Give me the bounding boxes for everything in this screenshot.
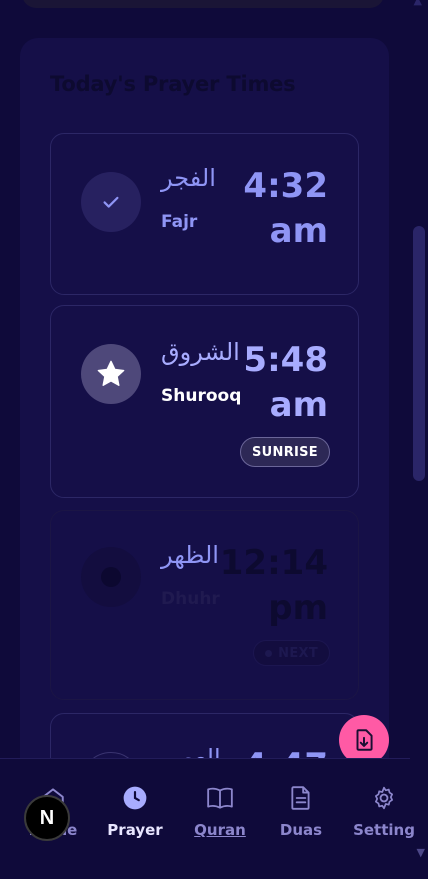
scrollbar-thumb[interactable] — [413, 226, 425, 481]
nav-prayer[interactable]: Prayer — [95, 785, 175, 839]
prayer-time: 12:14 pm — [218, 541, 328, 631]
prayer-time-value: 12:14 — [219, 543, 328, 583]
dot-icon — [81, 547, 141, 607]
scrollbar[interactable]: ▲ ▼ — [410, 0, 428, 879]
next-badge-label: NEXT — [278, 645, 318, 661]
next-dot-icon — [265, 649, 273, 657]
nav-setting[interactable]: Setting — [344, 785, 424, 839]
prayer-time-value: 5:48 — [243, 340, 328, 380]
panel-title: Today's Prayer Times — [50, 72, 296, 96]
next-badge: NEXT — [253, 640, 330, 666]
prayer-card-shurooq[interactable]: الشروق Shurooq 5:48 am SUNRISE — [50, 305, 359, 498]
prayer-times-panel: Today's Prayer Times الفجر Fajr 4:32 am … — [20, 38, 389, 833]
prayer-time-period: am — [269, 385, 328, 425]
gear-icon — [375, 786, 393, 810]
prayer-time-value: 4:32 — [243, 166, 328, 206]
nav-label: Prayer — [107, 821, 163, 839]
prayer-time-period: pm — [268, 588, 328, 628]
prayer-name-latin: Dhuhr — [161, 589, 220, 609]
nav-label: Duas — [279, 821, 323, 839]
star-icon — [81, 344, 141, 404]
previous-card-edge — [22, 0, 384, 8]
check-icon — [81, 172, 141, 232]
document-icon — [291, 786, 310, 810]
nav-label: Setting — [353, 821, 415, 839]
prayer-time: 5:48 am — [218, 338, 328, 428]
clock-icon — [123, 786, 147, 810]
download-file-icon — [356, 729, 373, 751]
book-icon — [207, 787, 233, 809]
prayer-card-fajr[interactable]: الفجر Fajr 4:32 am — [50, 133, 359, 295]
prayer-name-arabic: الظهر — [161, 541, 219, 569]
nav-duas[interactable]: Duas — [261, 785, 341, 839]
sunrise-badge: SUNRISE — [240, 437, 330, 467]
scroll-up-arrow-icon[interactable]: ▲ — [414, 0, 422, 7]
prayer-name-arabic: الفجر — [161, 164, 216, 192]
devtools-badge[interactable]: N — [24, 795, 70, 841]
prayer-card-dhuhr[interactable]: الظهر Dhuhr 12:14 pm NEXT — [50, 510, 359, 700]
nav-quran[interactable]: Quran — [180, 785, 260, 839]
prayer-name-latin: Fajr — [161, 212, 198, 232]
scroll-down-arrow-icon[interactable]: ▼ — [417, 846, 425, 859]
prayer-time-period: am — [269, 211, 328, 251]
prayer-time: 4:32 am — [218, 164, 328, 254]
nav-label: Quran — [194, 821, 246, 839]
